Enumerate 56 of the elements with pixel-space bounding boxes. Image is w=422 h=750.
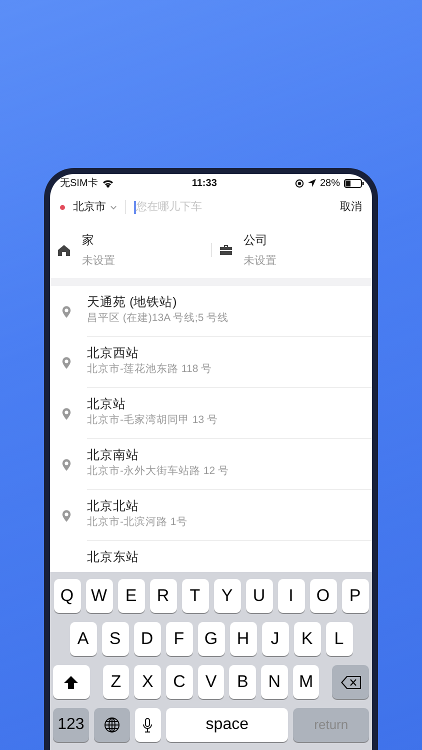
- place-address: 北京市-毛家湾胡同甲 13 号: [87, 413, 220, 428]
- letter-key[interactable]: J: [262, 622, 288, 656]
- letter-key[interactable]: F: [166, 622, 192, 656]
- letter-key[interactable]: H: [230, 622, 256, 656]
- letter-key[interactable]: Y: [214, 579, 240, 613]
- letter-key[interactable]: S: [102, 622, 128, 656]
- shortcut-item[interactable]: 公司 未设置: [212, 230, 372, 270]
- letter-key[interactable]: A: [70, 622, 96, 656]
- letter-key[interactable]: W: [86, 579, 112, 613]
- letter-key[interactable]: B: [229, 665, 256, 699]
- letter-key[interactable]: T: [182, 579, 208, 613]
- letter-key[interactable]: C: [166, 665, 193, 699]
- letter-key[interactable]: V: [198, 665, 224, 699]
- letter-key[interactable]: R: [150, 579, 176, 613]
- place-item[interactable]: 北京站 北京市-毛家湾胡同甲 13 号: [87, 388, 372, 439]
- place-item[interactable]: 北京西站 北京市-莲花池东路 118 号: [87, 337, 372, 388]
- letter-key[interactable]: E: [118, 579, 144, 613]
- place-item[interactable]: 天通苑 (地铁站) 昌平区 (在建)13A 号线;5 号线: [87, 286, 372, 337]
- battery-percent: 28%: [320, 176, 340, 190]
- letter-key[interactable]: K: [294, 622, 320, 656]
- place-name: 北京南站: [87, 447, 140, 464]
- place-address: 昌平区 (在建)13A 号线;5 号线: [87, 311, 230, 326]
- status-time: 11:33: [192, 176, 217, 190]
- shortcut-label: 家: [82, 232, 95, 249]
- place-name: 北京北站: [87, 498, 140, 515]
- numbers-key[interactable]: 123: [53, 708, 89, 742]
- place-name: 天通苑 (地铁站): [87, 294, 178, 311]
- place-item[interactable]: 北京南站 北京市-永外大街车站路 12 号: [87, 439, 372, 490]
- place-address: 北京市-永外大街车站路 12 号: [87, 464, 230, 479]
- letter-key[interactable]: Q: [54, 579, 80, 613]
- place-address: 北京市-莲花池东路 118 号: [87, 362, 214, 377]
- city-selector[interactable]: 北京市: [73, 198, 117, 216]
- letter-key[interactable]: X: [134, 665, 161, 699]
- letter-key[interactable]: O: [310, 579, 336, 613]
- letter-key[interactable]: I: [278, 579, 304, 613]
- shortcut-label: 公司: [244, 232, 268, 249]
- letter-key[interactable]: N: [261, 665, 288, 699]
- shortcut-status: 未设置: [82, 254, 115, 269]
- letter-key[interactable]: P: [342, 579, 368, 613]
- place-item[interactable]: 北京北站 北京市-北滨河路 1号: [87, 490, 372, 541]
- space-key[interactable]: space: [166, 708, 288, 742]
- shortcut-item[interactable]: 家 未设置: [50, 230, 210, 270]
- letter-key[interactable]: M: [292, 665, 320, 699]
- shortcut-status: 未设置: [244, 254, 276, 269]
- letter-key[interactable]: G: [198, 622, 224, 656]
- destination-search-field[interactable]: 您在哪儿下车: [136, 198, 246, 216]
- letter-key[interactable]: L: [326, 622, 352, 656]
- place-address: 北京市-北滨河路 1号: [87, 515, 188, 530]
- letter-key[interactable]: U: [246, 579, 272, 613]
- cancel-button[interactable]: 取消: [340, 198, 362, 216]
- letter-key[interactable]: Z: [102, 665, 130, 699]
- letter-key[interactable]: D: [134, 622, 160, 656]
- place-name: 北京西站: [87, 345, 140, 362]
- place-name: 北京东站: [87, 549, 140, 566]
- carrier-label: 无SIM卡: [60, 176, 98, 190]
- place-name: 北京站: [87, 396, 127, 413]
